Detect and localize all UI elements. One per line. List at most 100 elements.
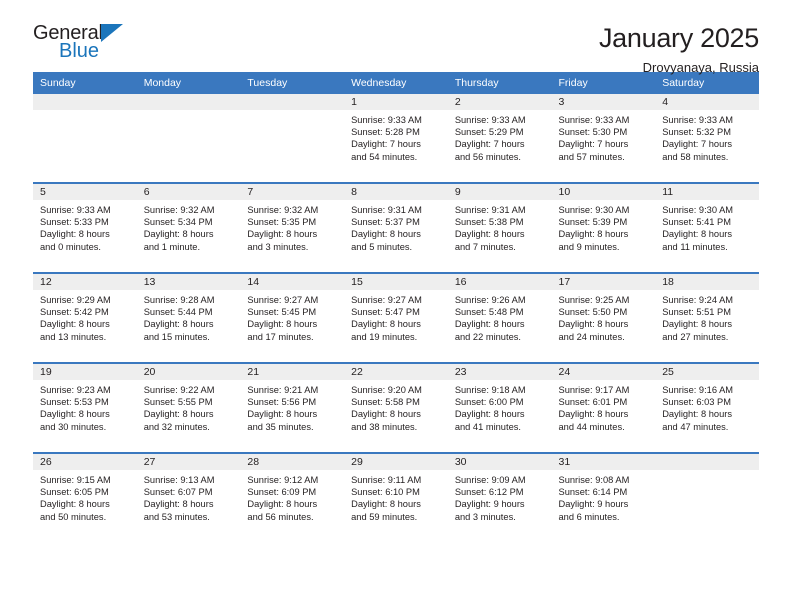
calendar-day-cell[interactable]: 13 Sunrise: 9:28 AM Sunset: 5:44 PM Dayligh… — [136, 272, 241, 363]
calendar-day-cell[interactable]: 11 Sunrise: 9:30 AM Sunset: 5:41 PM Dayligh… — [655, 182, 759, 273]
day-detail-line: Daylight: 8 hours — [247, 499, 318, 510]
calendar-day-cell[interactable]: 29 Sunrise: 9:11 AM Sunset: 6:10 PM Dayligh… — [344, 452, 448, 542]
calendar-day-cell[interactable]: 4 Sunrise: 9:33 AM Sunset: 5:32 PM Daylight… — [655, 94, 759, 183]
day-detail-line: Sunset: 5:51 PM — [662, 307, 731, 318]
day-details: Sunrise: 9:27 AM Sunset: 5:47 PM Daylight:… — [344, 290, 448, 343]
calendar-day-cell[interactable]: 8 Sunrise: 9:31 AM Sunset: 5:37 PM Daylight… — [344, 182, 448, 273]
calendar-day-cell[interactable]: 15 Sunrise: 9:27 AM Sunset: 5:47 PM Dayligh… — [344, 272, 448, 363]
day-cell-inner: 2 Sunrise: 9:33 AM Sunset: 5:29 PM Daylight… — [447, 94, 552, 182]
calendar-day-cell[interactable]: 3 Sunrise: 9:33 AM Sunset: 5:30 PM Daylight… — [551, 94, 656, 183]
day-cell-inner: 13 Sunrise: 9:28 AM Sunset: 5:44 PM Dayligh… — [136, 274, 241, 362]
day-detail-line: Sunset: 5:39 PM — [558, 217, 628, 228]
calendar-day-cell[interactable]: 21 Sunrise: 9:21 AM Sunset: 5:56 PM Dayligh… — [240, 362, 345, 453]
calendar-body: 1 Sunrise: 9:33 AM Sunset: 5:28 PM Daylight… — [33, 94, 759, 542]
calendar-day-cell[interactable]: 27 Sunrise: 9:13 AM Sunset: 6:07 PM Dayligh… — [136, 452, 241, 542]
day-detail-line: Sunrise: 9:22 AM — [143, 385, 215, 395]
day-detail-line: Sunset: 5:45 PM — [247, 307, 317, 318]
calendar-day-cell[interactable]: 10 Sunrise: 9:30 AM Sunset: 5:39 PM Dayligh… — [551, 182, 656, 273]
day-detail-line: Sunset: 6:01 PM — [558, 397, 628, 408]
day-detail-line: Daylight: 8 hours — [40, 229, 110, 240]
day-detail-line: Sunset: 5:34 PM — [143, 217, 213, 228]
calendar-day-cell[interactable]: 14 Sunrise: 9:27 AM Sunset: 5:45 PM Dayligh… — [240, 272, 345, 363]
calendar-day-cell[interactable]: 7 Sunrise: 9:32 AM Sunset: 5:35 PM Daylight… — [240, 182, 345, 273]
calendar-day-cell[interactable]: 5 Sunrise: 9:33 AM Sunset: 5:33 PM Daylight… — [33, 182, 137, 273]
calendar-day-cell[interactable]: 1 Sunrise: 9:33 AM Sunset: 5:28 PM Daylight… — [344, 94, 448, 183]
day-number: 25 — [655, 364, 759, 380]
day-detail-line: Daylight: 7 hours — [351, 139, 421, 150]
calendar-day-cell[interactable]: 25 Sunrise: 9:16 AM Sunset: 6:03 PM Dayligh… — [655, 362, 759, 453]
day-detail-line: Sunset: 5:33 PM — [40, 217, 109, 228]
day-details: Sunrise: 9:32 AM Sunset: 5:35 PM Daylight:… — [240, 200, 344, 253]
day-details: Sunrise: 9:23 AM Sunset: 5:53 PM Daylight:… — [33, 380, 137, 433]
day-detail-line: Sunrise: 9:12 AM — [247, 475, 319, 485]
day-number: 27 — [136, 454, 241, 470]
calendar-day-cell[interactable]: 19 Sunrise: 9:23 AM Sunset: 5:53 PM Dayligh… — [33, 362, 137, 453]
calendar-day-cell[interactable]: 23 Sunrise: 9:18 AM Sunset: 6:00 PM Dayligh… — [447, 362, 552, 453]
day-detail-line: Sunset: 6:07 PM — [143, 487, 213, 498]
day-detail-line: Daylight: 8 hours — [662, 409, 732, 420]
day-details: Sunrise: 9:31 AM Sunset: 5:38 PM Daylight:… — [448, 200, 552, 253]
day-details: Sunrise: 9:33 AM Sunset: 5:30 PM Daylight:… — [552, 110, 656, 163]
calendar-day-cell[interactable]: 9 Sunrise: 9:31 AM Sunset: 5:38 PM Daylight… — [447, 182, 552, 273]
calendar-week-row: 19 Sunrise: 9:23 AM Sunset: 5:53 PM Dayligh… — [33, 362, 759, 453]
day-number: 11 — [655, 184, 759, 200]
day-number: 23 — [447, 364, 552, 380]
calendar-week-row: 1 Sunrise: 9:33 AM Sunset: 5:28 PM Daylight… — [33, 94, 759, 183]
day-detail-line: Sunrise: 9:24 AM — [662, 295, 734, 305]
weekday-header-wednesday: Wednesday — [344, 72, 448, 94]
day-detail-line: and 13 minutes. — [40, 331, 107, 342]
day-detail-line: Sunrise: 9:30 AM — [558, 205, 630, 215]
day-number — [240, 94, 345, 110]
day-details: Sunrise: 9:08 AM Sunset: 6:14 PM Daylight:… — [552, 470, 656, 523]
calendar-day-cell[interactable]: 12 Sunrise: 9:29 AM Sunset: 5:42 PM Dayligh… — [33, 272, 137, 363]
day-cell-inner — [240, 94, 345, 182]
day-detail-line: Sunrise: 9:11 AM — [351, 475, 422, 485]
day-details: Sunrise: 9:18 AM Sunset: 6:00 PM Daylight:… — [448, 380, 552, 433]
day-detail-line: and 38 minutes. — [351, 421, 418, 432]
day-number: 16 — [447, 274, 552, 290]
calendar-day-cell[interactable]: 6 Sunrise: 9:32 AM Sunset: 5:34 PM Daylight… — [136, 182, 241, 273]
brand-logo[interactable]: General Blue — [33, 22, 213, 61]
day-detail-line: Sunrise: 9:32 AM — [143, 205, 215, 215]
calendar-day-cell[interactable]: 26 Sunrise: 9:15 AM Sunset: 6:05 PM Dayligh… — [33, 452, 137, 542]
page-subtitle: Drovyanaya, Russia — [642, 60, 759, 75]
day-number: 10 — [551, 184, 656, 200]
day-number: 24 — [551, 364, 656, 380]
day-details: Sunrise: 9:24 AM Sunset: 5:51 PM Daylight:… — [655, 290, 759, 343]
day-detail-line: Daylight: 8 hours — [558, 319, 629, 330]
calendar-day-cell[interactable]: 16 Sunrise: 9:26 AM Sunset: 5:48 PM Dayligh… — [447, 272, 552, 363]
day-detail-line: Sunset: 5:28 PM — [351, 127, 420, 138]
calendar-day-cell[interactable]: 20 Sunrise: 9:22 AM Sunset: 5:55 PM Dayligh… — [136, 362, 241, 453]
calendar-day-cell[interactable]: 30 Sunrise: 9:09 AM Sunset: 6:12 PM Dayligh… — [447, 452, 552, 542]
day-cell-inner: 8 Sunrise: 9:31 AM Sunset: 5:37 PM Daylight… — [344, 184, 448, 272]
calendar-day-cell-empty — [655, 452, 759, 542]
day-detail-line: Sunset: 6:14 PM — [558, 487, 628, 498]
day-detail-line: Sunset: 5:55 PM — [143, 397, 213, 408]
day-detail-line: Daylight: 8 hours — [558, 229, 629, 240]
day-detail-line: Sunrise: 9:33 AM — [454, 115, 526, 125]
day-detail-line: Sunrise: 9:15 AM — [40, 475, 111, 485]
calendar-day-cell[interactable]: 17 Sunrise: 9:25 AM Sunset: 5:50 PM Dayligh… — [551, 272, 656, 363]
day-detail-line: Sunrise: 9:30 AM — [662, 205, 734, 215]
calendar-day-cell[interactable]: 31 Sunrise: 9:08 AM Sunset: 6:14 PM Dayligh… — [551, 452, 656, 542]
day-detail-line: Sunrise: 9:23 AM — [40, 385, 111, 395]
calendar-day-cell[interactable]: 18 Sunrise: 9:24 AM Sunset: 5:51 PM Dayligh… — [655, 272, 759, 363]
day-details: Sunrise: 9:25 AM Sunset: 5:50 PM Daylight:… — [552, 290, 656, 343]
weekday-header-sunday: Sunday — [33, 72, 137, 94]
day-cell-inner: 28 Sunrise: 9:12 AM Sunset: 6:09 PM Dayligh… — [240, 454, 345, 542]
day-cell-inner: 5 Sunrise: 9:33 AM Sunset: 5:33 PM Daylight… — [33, 184, 137, 272]
day-detail-line: and 30 minutes. — [40, 421, 107, 432]
day-detail-line: Sunset: 6:03 PM — [662, 397, 731, 408]
calendar-day-cell[interactable]: 2 Sunrise: 9:33 AM Sunset: 5:29 PM Daylight… — [447, 94, 552, 183]
calendar-day-cell[interactable]: 24 Sunrise: 9:17 AM Sunset: 6:01 PM Dayligh… — [551, 362, 656, 453]
brand-name-secondary: Blue — [59, 40, 100, 62]
day-cell-inner: 24 Sunrise: 9:17 AM Sunset: 6:01 PM Dayligh… — [551, 364, 656, 452]
day-detail-line: Daylight: 9 hours — [558, 499, 629, 510]
day-detail-line: and 3 minutes. — [454, 511, 516, 522]
day-cell-inner: 26 Sunrise: 9:15 AM Sunset: 6:05 PM Dayligh… — [33, 454, 137, 542]
day-number — [33, 94, 137, 110]
day-cell-inner: 7 Sunrise: 9:32 AM Sunset: 5:35 PM Daylight… — [240, 184, 345, 272]
calendar-day-cell[interactable]: 28 Sunrise: 9:12 AM Sunset: 6:09 PM Dayligh… — [240, 452, 345, 542]
day-detail-line: Sunset: 5:58 PM — [351, 397, 420, 408]
calendar-day-cell[interactable]: 22 Sunrise: 9:20 AM Sunset: 5:58 PM Dayligh… — [344, 362, 448, 453]
